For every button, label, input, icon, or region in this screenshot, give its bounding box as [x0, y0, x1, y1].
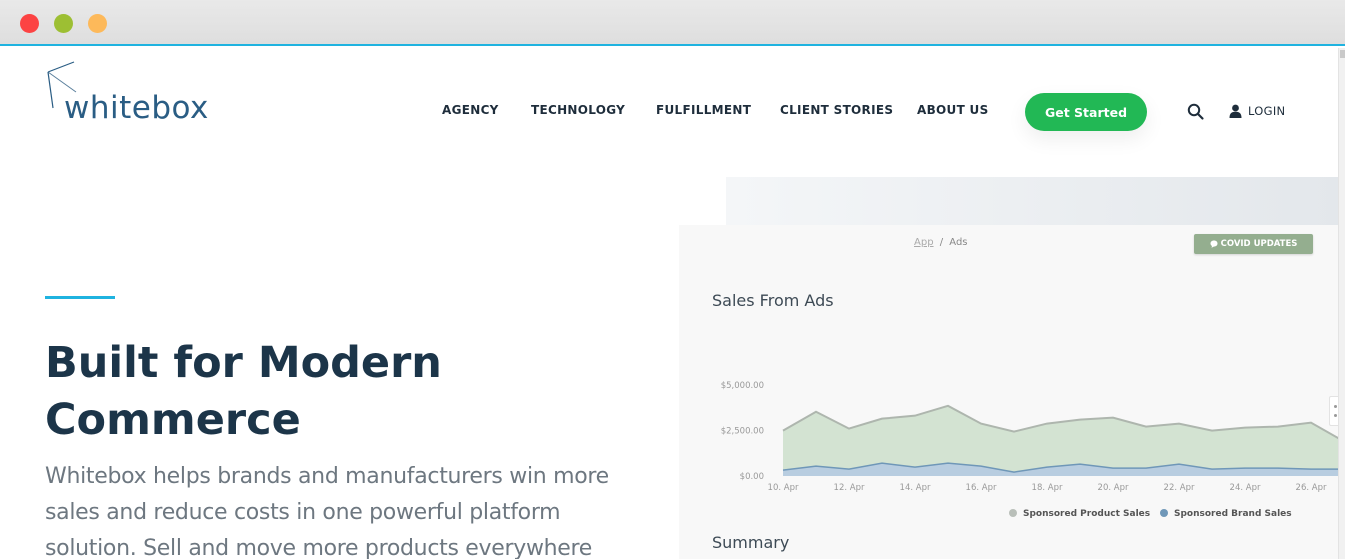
- x-tick-label: 14. Apr: [900, 483, 931, 493]
- x-tick-label: 10. Apr: [768, 483, 799, 493]
- window-titlebar: [0, 0, 1345, 46]
- y-tick-label: $5,000.00: [721, 381, 764, 391]
- breadcrumb-separator: /: [939, 237, 944, 248]
- page-scrollbar[interactable]: [1338, 48, 1345, 559]
- search-icon[interactable]: [1187, 103, 1205, 121]
- x-tick-label: 24. Apr: [1230, 483, 1261, 493]
- series-area-sponsored-product-sales: [783, 405, 1338, 473]
- sales-from-ads-chart: $0.00 $2,500.00 $5,000.00 10. Apr 12. Apr 14.…: [721, 381, 1338, 519]
- chart-menu-button[interactable]: [1329, 396, 1338, 426]
- nav-item-about-us[interactable]: ABOUT US: [917, 103, 989, 117]
- get-started-button[interactable]: Get Started: [1025, 93, 1147, 131]
- brand-name: whitebox: [64, 90, 209, 126]
- legend-marker: [1160, 509, 1168, 517]
- covid-updates-label: COVID UPDATES: [1220, 239, 1298, 249]
- hero-description: Whitebox helps brands and manufacturers …: [45, 464, 609, 559]
- x-tick-label: 12. Apr: [834, 483, 865, 493]
- x-tick-label: 16. Apr: [966, 483, 997, 493]
- covid-updates-button[interactable]: COVID UPDATES: [1194, 234, 1313, 254]
- web-page: whitebox AGENCY TECHNOLOGY FULFILLMENT C…: [0, 48, 1338, 559]
- x-tick-label: 18. Apr: [1032, 483, 1063, 493]
- breadcrumb-app-link[interactable]: App: [914, 237, 934, 248]
- login-label: LOGIN: [1248, 104, 1286, 118]
- chart-title: Sales From Ads: [712, 291, 834, 310]
- legend-label: Sponsored Product Sales: [1023, 509, 1150, 519]
- hero-accent-line: [45, 296, 115, 299]
- nav-item-client-stories[interactable]: CLIENT STORIES: [780, 103, 893, 117]
- nav-item-fulfillment[interactable]: FULFILLMENT: [656, 103, 751, 117]
- nav-item-technology[interactable]: TECHNOLOGY: [531, 103, 625, 117]
- scrollbar-thumb[interactable]: [1340, 50, 1345, 58]
- x-tick-label: 22. Apr: [1164, 483, 1195, 493]
- chat-bubble-icon: [1210, 240, 1218, 248]
- summary-title: Summary: [712, 533, 790, 552]
- close-window-button[interactable]: [20, 14, 39, 33]
- brand-logo[interactable]: whitebox: [44, 60, 234, 132]
- nav-item-agency[interactable]: AGENCY: [442, 103, 499, 117]
- legend-marker: [1009, 509, 1017, 517]
- x-tick-label: 26. Apr: [1296, 483, 1327, 493]
- y-tick-label: $0.00: [740, 472, 764, 482]
- hero-title: Built for Modern Commerce: [45, 338, 442, 445]
- minimize-window-button[interactable]: [54, 14, 73, 33]
- maximize-window-button[interactable]: [88, 14, 107, 33]
- breadcrumb-current: Ads: [949, 237, 968, 248]
- x-tick-label: 20. Apr: [1098, 483, 1129, 493]
- breadcrumb: App / Ads: [914, 237, 968, 248]
- app-preview-panel: App / Ads COVID UPDATES Sales From Ads $…: [679, 225, 1338, 559]
- login-link[interactable]: LOGIN: [1229, 104, 1285, 118]
- legend-label: Sponsored Brand Sales: [1174, 509, 1292, 519]
- y-tick-label: $2,500.00: [721, 427, 764, 437]
- user-icon: [1229, 104, 1242, 118]
